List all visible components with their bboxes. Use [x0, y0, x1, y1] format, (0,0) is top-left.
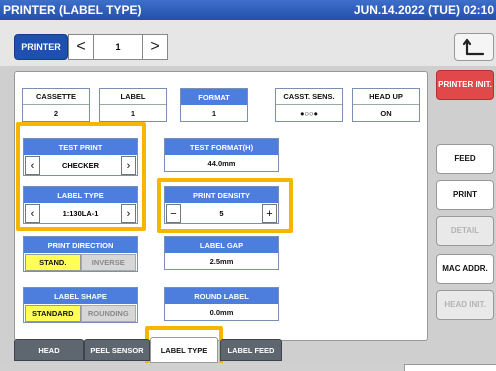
- tab-peel-sensor[interactable]: PEEL SENSOR: [84, 339, 150, 361]
- cassette-sensor-status: CASST. SENS. ●○○●: [275, 88, 343, 122]
- print-button[interactable]: PRINT: [436, 180, 494, 210]
- highlight-print-density: [157, 178, 293, 233]
- tab-label-feed[interactable]: LABEL FEED: [220, 339, 282, 361]
- return-arrow-icon: [463, 38, 485, 56]
- test-format-field[interactable]: TEST FORMAT(H) 44.0mm: [164, 138, 279, 172]
- status-box: [404, 364, 496, 371]
- date-time: JUN.14.2022 (TUE) 02:10: [353, 3, 494, 17]
- head-up-status: HEAD UP ON: [352, 88, 420, 122]
- format-field[interactable]: FORMAT 1: [180, 88, 248, 122]
- shape-standard-option[interactable]: STANDARD: [25, 305, 81, 322]
- direction-inverse-option[interactable]: INVERSE: [80, 254, 136, 271]
- tab-label-type[interactable]: LABEL TYPE: [150, 337, 218, 363]
- shape-rounding-option[interactable]: ROUNDING: [80, 305, 136, 322]
- back-button[interactable]: [454, 33, 494, 61]
- prev-page-button[interactable]: <: [68, 34, 94, 60]
- head-init-button: HEAD INIT.: [436, 290, 494, 320]
- page-number: 1: [94, 34, 142, 60]
- round-label-field[interactable]: ROUND LABEL 0.0mm: [164, 287, 279, 321]
- label-gap-field[interactable]: LABEL GAP 2.5mm: [164, 236, 279, 270]
- detail-button: DETAIL: [436, 216, 494, 246]
- mac-address-button[interactable]: MAC ADDR.: [436, 254, 494, 284]
- printer-init-button[interactable]: PRINTER INIT.: [436, 70, 494, 100]
- title-bar: PRINTER (LABEL TYPE) JUN.14.2022 (TUE) 0…: [0, 0, 496, 20]
- tab-head[interactable]: HEAD: [14, 339, 84, 361]
- highlight-label-settings: [16, 122, 146, 231]
- print-direction-field: PRINT DIRECTION STAND. INVERSE: [23, 236, 138, 272]
- cassette-status: CASSETTE 2: [22, 88, 90, 122]
- next-page-button[interactable]: >: [142, 34, 168, 60]
- feed-button[interactable]: FEED: [436, 144, 494, 174]
- label-status: LABEL 1: [99, 88, 167, 122]
- page-title: PRINTER (LABEL TYPE): [3, 3, 142, 17]
- direction-stand-option[interactable]: STAND.: [25, 254, 81, 271]
- printer-button[interactable]: PRINTER: [14, 34, 68, 60]
- label-shape-field: LABEL SHAPE STANDARD ROUNDING: [23, 287, 138, 323]
